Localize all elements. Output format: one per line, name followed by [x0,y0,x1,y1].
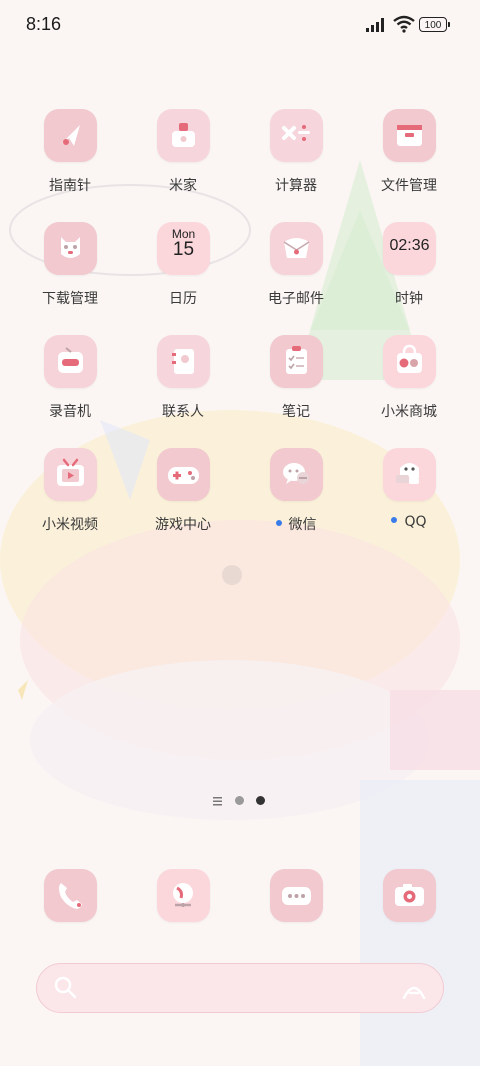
notes-icon [270,335,323,388]
app-label: 计算器 [275,178,317,194]
app-label: 文件管理 [381,178,437,194]
app-calendar[interactable]: Mon 15 日历 [127,222,239,322]
contacts-icon [157,335,210,388]
recorder-icon [44,335,97,388]
compass-icon [44,109,97,162]
mijia-icon [157,109,210,162]
page-dot-active[interactable] [256,796,265,805]
app-calculator[interactable]: 计算器 [240,109,352,209]
wechat-icon [270,448,323,501]
dock-messages[interactable] [240,869,352,969]
app-contacts[interactable]: 联系人 [127,335,239,435]
app-recorder[interactable]: 录音机 [14,335,126,435]
camera-icon [383,869,436,922]
battery-icon: 100 [419,17,450,32]
app-label: 游戏中心 [155,517,211,533]
app-label: 指南针 [49,178,91,194]
battery-level: 100 [424,20,442,31]
new-badge [391,517,398,523]
app-file-manager[interactable]: 文件管理 [353,109,465,209]
dock-phone[interactable] [14,869,126,969]
browser-icon [157,869,210,922]
clock-time: 02:36 [389,237,430,254]
phone-icon [44,869,97,922]
wifi-icon [393,15,415,33]
app-label: 时钟 [395,291,423,307]
app-label: 小米视频 [42,517,98,533]
app-label: 日历 [169,291,197,307]
game-center-icon [157,448,210,501]
app-email[interactable]: 电子邮件 [240,222,352,322]
dock-browser[interactable] [127,869,239,969]
app-label: 笔记 [282,404,310,420]
signal-icon [366,18,384,32]
menu-lines-icon[interactable] [213,796,223,806]
file-manager-icon [383,109,436,162]
email-icon [270,222,323,275]
new-badge [275,520,282,526]
calendar-icon: Mon 15 [157,222,210,275]
app-compass[interactable]: 指南针 [14,109,126,209]
search-icon [54,976,77,999]
clock-icon: 02:36 [383,222,436,275]
status-time: 8:16 [26,14,62,34]
app-mi-store[interactable]: 小米商城 [353,335,465,435]
app-clock[interactable]: 02:36 时钟 [353,222,465,322]
app-label: QQ [404,514,427,530]
app-label: 小米商城 [381,404,437,420]
app-qq[interactable]: QQ [353,448,465,548]
app-notes[interactable]: 笔记 [240,335,352,435]
mi-video-icon [44,448,97,501]
calculator-icon [270,109,323,162]
app-mi-video[interactable]: 小米视频 [14,448,126,548]
dock-camera[interactable] [353,869,465,969]
qq-icon [383,448,436,501]
app-label: 下载管理 [42,291,98,307]
download-manager-icon [44,222,97,275]
app-label: 电子邮件 [268,291,324,307]
page-dot[interactable] [235,796,244,805]
app-label: 米家 [169,178,197,194]
mi-store-icon [383,335,436,388]
app-label: 联系人 [162,404,204,420]
status-bar: 8:16 100 [0,0,480,52]
app-wechat[interactable]: 微信 [240,448,352,548]
app-download-manager[interactable]: 下载管理 [14,222,126,322]
search-bar[interactable] [36,963,444,1013]
messages-icon [270,869,323,922]
app-game-center[interactable]: 游戏中心 [127,448,239,548]
app-label: 录音机 [49,404,91,420]
app-mijia[interactable]: 米家 [127,109,239,209]
calendar-date: 15 [172,239,195,260]
ai-assistant-icon[interactable] [401,976,427,1002]
app-label: 微信 [288,517,317,533]
